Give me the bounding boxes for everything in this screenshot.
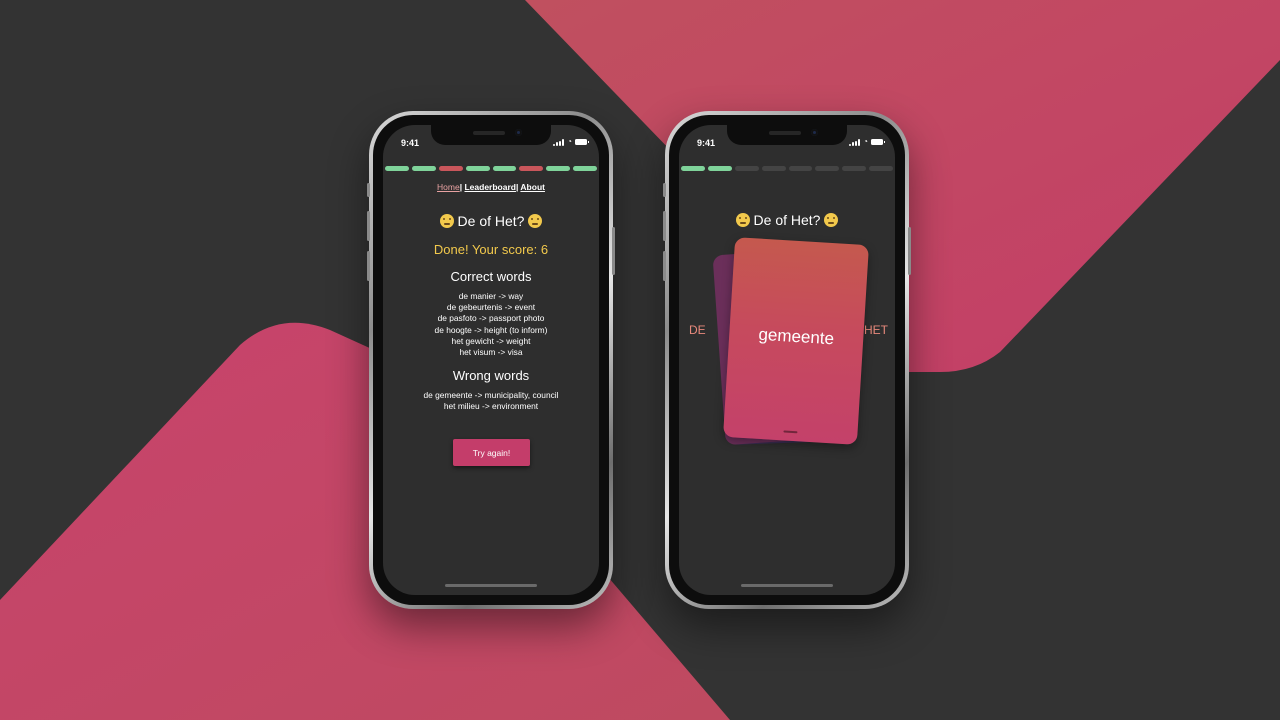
- thinking-face-icon: [439, 214, 454, 228]
- word-item: het milieu -> environment: [443, 401, 539, 412]
- word-item: de hoogte -> height (to inform): [434, 324, 548, 335]
- phone-power-button: [908, 227, 911, 275]
- progress-segment-correct: [411, 166, 436, 171]
- status-time: 9:41: [697, 138, 716, 148]
- home-indicator: [741, 584, 833, 587]
- progress-segment-correct: [573, 166, 597, 171]
- correct-words-list: de manier -> way de gebeurtenis -> event d…: [383, 291, 599, 358]
- phone-volume-up: [663, 211, 666, 241]
- progress-segment-correct: [465, 166, 490, 171]
- progress-segment-correct: [385, 166, 409, 171]
- progress-segment-pending: [842, 166, 867, 171]
- progress-segment-correct: [681, 166, 705, 171]
- progress-segment-pending: [869, 166, 893, 171]
- game-screen: 9:41 ◔ De of Het? DE HET gemeente: [679, 125, 895, 595]
- nav-links: Home| Leaderboard| About: [383, 182, 599, 192]
- signal-icon: [849, 138, 861, 146]
- phone-volume-down: [367, 251, 370, 281]
- word-item: de pasfoto -> passport photo: [437, 313, 545, 324]
- thinking-face-icon: [528, 214, 543, 228]
- wifi-icon: ◔: [863, 137, 868, 146]
- phone-results: 9:41 ◔ Home| Leaderboard| About De of He…: [367, 111, 615, 609]
- progress-segment-correct: [546, 166, 571, 171]
- phone-bezel: 9:41 ◔ Home| Leaderboard| About De of He…: [373, 115, 609, 605]
- wifi-icon: ◔: [567, 137, 572, 146]
- de-label: DE: [689, 323, 706, 337]
- status-time: 9:41: [401, 138, 420, 148]
- results-screen: 9:41 ◔ Home| Leaderboard| About De of He…: [383, 125, 599, 595]
- status-icons: ◔: [849, 137, 885, 146]
- word-item: de manier -> way: [458, 291, 524, 301]
- notch: [431, 125, 551, 145]
- progress-segment-wrong: [438, 166, 463, 171]
- battery-icon: [871, 139, 885, 145]
- background-shape-bottom: [0, 322, 730, 720]
- progress-segment-pending: [761, 166, 786, 171]
- nav-leaderboard-link[interactable]: Leaderboard: [464, 182, 516, 192]
- phone-side-button: [663, 183, 666, 197]
- progress-segment-correct: [707, 166, 732, 171]
- word-item: de gemeente -> municipality, council: [423, 390, 559, 400]
- word-item: het visum -> visa: [459, 347, 523, 358]
- signal-icon: [553, 138, 565, 146]
- progress-bar: [681, 166, 893, 171]
- nav-about-link[interactable]: About: [520, 182, 545, 192]
- progress-segment-pending: [734, 166, 759, 171]
- phone-game: 9:41 ◔ De of Het? DE HET gemeente: [663, 111, 911, 609]
- home-indicator: [445, 584, 537, 587]
- score-text: Done! Your score: 6: [433, 242, 549, 257]
- try-again-button[interactable]: Try again!: [453, 439, 530, 466]
- wrong-words-heading: Wrong words: [452, 368, 530, 383]
- correct-words-heading: Correct words: [450, 269, 532, 284]
- word-item: de gebeurtenis -> event: [446, 302, 536, 313]
- app-title-text: De of Het?: [753, 212, 821, 228]
- card-word: gemeente: [757, 324, 835, 349]
- phone-power-button: [612, 227, 615, 275]
- app-title-text: De of Het?: [457, 213, 525, 229]
- progress-segment-pending: [815, 166, 840, 171]
- notch: [727, 125, 847, 145]
- thinking-face-icon: [824, 213, 839, 227]
- thinking-face-icon: [735, 213, 750, 227]
- progress-bar: [385, 166, 597, 171]
- card-handle: [783, 430, 798, 434]
- phone-bezel: 9:41 ◔ De of Het? DE HET gemeente: [669, 115, 905, 605]
- phone-volume-down: [663, 251, 666, 281]
- nav-separator: |: [515, 182, 519, 192]
- phone-side-button: [367, 183, 370, 197]
- progress-segment-correct: [492, 166, 517, 171]
- background-shapes: [0, 0, 1280, 720]
- app-title: De of Het?: [679, 212, 895, 228]
- het-label: HET: [864, 323, 888, 337]
- app-title: De of Het?: [383, 213, 599, 229]
- battery-icon: [575, 139, 589, 145]
- nav-separator: |: [459, 182, 463, 192]
- status-icons: ◔: [553, 137, 589, 146]
- wrong-words-list: de gemeente -> municipality, council het …: [383, 390, 599, 412]
- progress-segment-wrong: [519, 166, 544, 171]
- progress-segment-pending: [788, 166, 813, 171]
- word-card[interactable]: gemeente: [723, 237, 869, 445]
- phone-volume-up: [367, 211, 370, 241]
- word-item: het gewicht -> weight: [451, 335, 531, 346]
- nav-home-link[interactable]: Home: [437, 182, 460, 192]
